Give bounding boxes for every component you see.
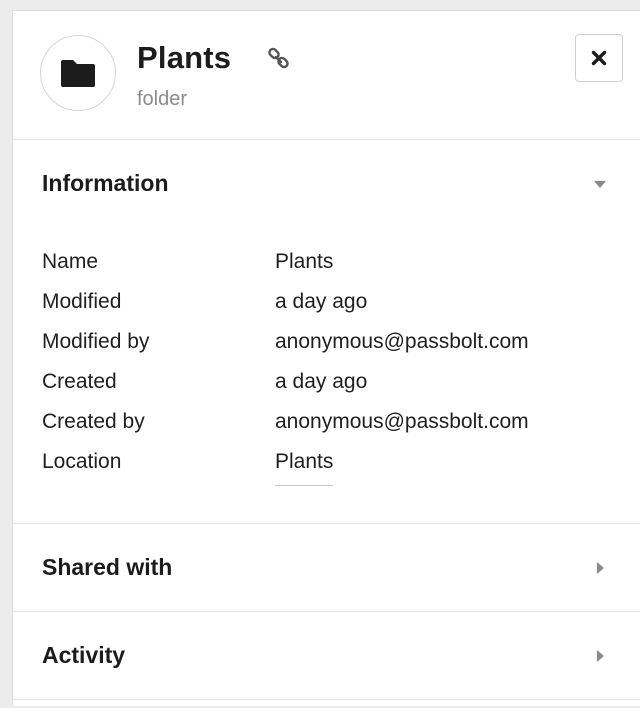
info-value: a day ago: [275, 290, 368, 313]
shared-with-title: Shared with: [42, 554, 173, 580]
info-value: anonymous@passbolt.com: [275, 330, 529, 353]
info-label: Modified by: [42, 330, 150, 353]
info-label: Modified: [42, 290, 122, 313]
details-header: Plants folder: [13, 11, 640, 140]
info-row-created-by: Created by anonymous@passbolt.com: [42, 410, 529, 446]
info-label: Created by: [42, 410, 145, 433]
folder-icon: [61, 60, 95, 87]
activity-toggle[interactable]: Activity: [13, 612, 640, 699]
info-row-name: Name Plants: [42, 250, 333, 286]
shared-with-toggle[interactable]: Shared with: [13, 524, 640, 611]
info-label: Created: [42, 370, 117, 393]
info-value: Plants: [275, 250, 334, 273]
info-row-modified: Modified a day ago: [42, 290, 367, 326]
activity-title: Activity: [42, 642, 126, 668]
info-row-location: Location Plants: [42, 450, 334, 486]
close-icon: [591, 50, 607, 66]
activity-section: Activity: [13, 612, 640, 700]
caret-right-icon: [597, 562, 604, 574]
info-row-created: Created a day ago: [42, 370, 367, 406]
folder-avatar: [40, 35, 116, 111]
information-title: Information: [42, 170, 169, 196]
info-value: a day ago: [275, 370, 368, 393]
page-title: Plants: [137, 40, 232, 75]
info-row-modified-by: Modified by anonymous@passbolt.com: [42, 330, 529, 366]
location-link[interactable]: Plants: [275, 450, 334, 486]
info-label: Name: [42, 250, 99, 273]
information-body: Name Plants Modified a day ago Modified …: [13, 227, 640, 523]
info-label: Location: [42, 450, 122, 473]
shared-with-section: Shared with: [13, 524, 640, 612]
caret-down-icon: [594, 181, 606, 188]
link-icon[interactable]: [266, 47, 292, 73]
item-type-label: folder: [137, 88, 188, 110]
folder-details-panel: Plants folder Information Name Plants Mo…: [12, 10, 640, 706]
information-section: Information Name Plants Modified a day a…: [13, 140, 640, 524]
information-toggle[interactable]: Information: [13, 140, 640, 227]
caret-right-icon: [597, 650, 604, 662]
info-value: anonymous@passbolt.com: [275, 410, 529, 433]
close-button[interactable]: [575, 34, 623, 82]
